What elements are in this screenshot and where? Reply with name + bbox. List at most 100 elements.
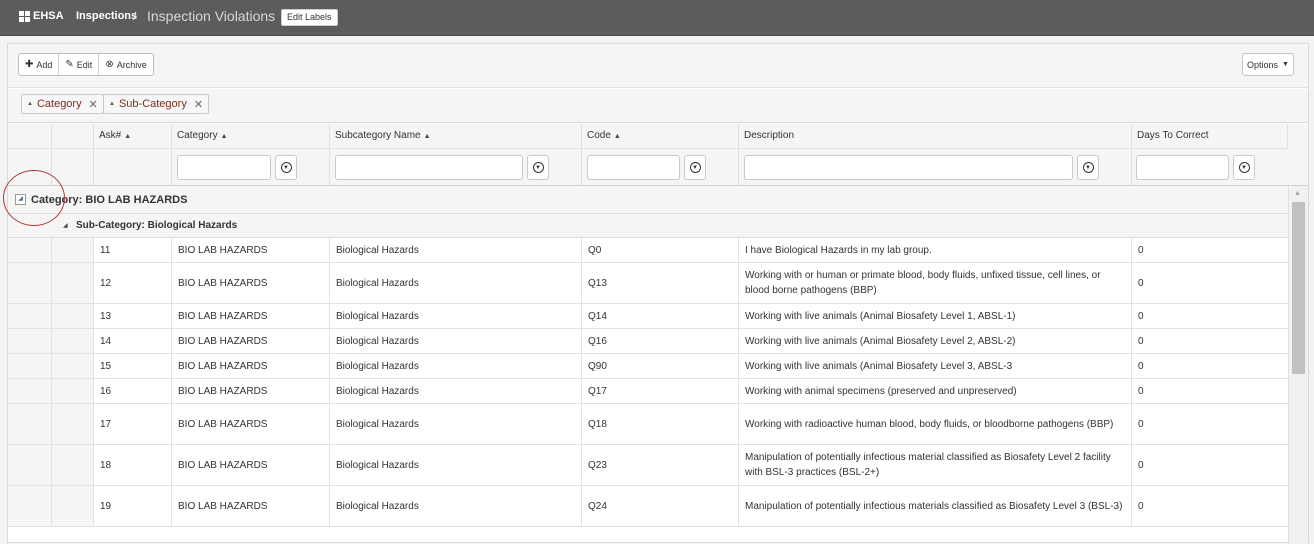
subcategory-cell: Biological Hazards	[330, 404, 582, 444]
subcategory-cell: Biological Hazards	[330, 329, 582, 353]
ask-cell: 13	[94, 304, 172, 328]
table-row[interactable]: 17 BIO LAB HAZARDS Biological Hazards Q18 Wo…	[8, 404, 1288, 445]
header-ask-label: Ask#	[99, 130, 122, 141]
group-row-category[interactable]: ◢ Category: BIO LAB HAZARDS	[8, 186, 1288, 214]
archive-button[interactable]: ⊗ Archive	[99, 54, 152, 75]
group-chip-label: Sub-Category	[118, 98, 187, 110]
header-code[interactable]: Code ▲	[582, 124, 739, 148]
header-ask[interactable]: Ask# ▲	[94, 124, 172, 148]
header-category[interactable]: Category ▲	[172, 124, 330, 148]
filter-code-button[interactable]: ▼	[684, 155, 706, 180]
archive-label: Archive	[116, 59, 147, 70]
description-cell: Working with radioactive human blood, bo…	[739, 404, 1132, 444]
grid-toolbar: ✚ Add ✎ Edit ⊗ Archive Options ▼	[8, 44, 1308, 88]
collapse-arrow-icon[interactable]: ◢	[63, 222, 68, 229]
filter-subcategory-button[interactable]: ▼	[527, 155, 549, 180]
header-subcategory[interactable]: Subcategory Name ▲	[330, 124, 582, 148]
filter-subcategory-cell: ▼	[330, 148, 582, 185]
code-cell: Q0	[582, 238, 739, 262]
brand-logo[interactable]: EHSA	[19, 9, 64, 23]
vertical-scrollbar[interactable]: ▲	[1288, 186, 1308, 544]
description-cell: Working with animal specimens (preserved…	[739, 379, 1132, 403]
table-row[interactable]: 16 BIO LAB HAZARDS Biological Hazards Q17 Wo…	[8, 379, 1288, 404]
table-row[interactable]: 13 BIO LAB HAZARDS Biological Hazards Q14 Wo…	[8, 304, 1288, 329]
ask-cell: 11	[94, 238, 172, 262]
subcategory-cell: Biological Hazards	[330, 379, 582, 403]
row-indent-cell	[8, 329, 52, 353]
sort-asc-icon: ▲	[613, 133, 621, 140]
filter-icon: ▼	[1238, 162, 1250, 173]
pencil-icon: ✎	[65, 59, 74, 70]
header-days[interactable]: Days To Correct	[1132, 124, 1288, 148]
row-indent-cell	[8, 263, 52, 303]
brand-name: EHSA	[33, 10, 64, 22]
filter-days-button[interactable]: ▼	[1233, 155, 1255, 180]
grid-body: ◢ Category: BIO LAB HAZARDS ◢ Sub-Catego…	[8, 186, 1308, 544]
group-chip-label: Category	[36, 98, 82, 110]
filter-description-input[interactable]	[744, 155, 1073, 180]
row-indent-cell	[8, 238, 52, 262]
add-button[interactable]: ✚ Add	[19, 54, 60, 75]
code-cell: Q23	[582, 445, 739, 485]
days-cell: 0	[1138, 244, 1144, 256]
sort-asc-icon: ▲	[27, 101, 33, 107]
filter-indent-2	[52, 148, 94, 185]
filter-subcategory-input[interactable]	[335, 155, 523, 180]
group-chip-subcategory[interactable]: ▲ Sub-Category ✕	[103, 94, 210, 114]
table-row[interactable]: 12 BIO LAB HAZARDS Biological Hazards Q13 Wo…	[8, 263, 1288, 304]
remove-group-icon[interactable]: ✕	[194, 98, 203, 111]
row-indent-cell-2	[52, 379, 94, 403]
description-cell: Working with live animals (Animal Biosaf…	[739, 329, 1132, 353]
page-title: Inspection Violations	[147, 8, 276, 24]
filter-code-input[interactable]	[587, 155, 680, 180]
filter-category-button[interactable]: ▼	[275, 155, 297, 180]
options-label: Options	[1247, 59, 1279, 70]
row-indent-cell	[8, 354, 52, 378]
header-description[interactable]: Description	[739, 124, 1132, 148]
ask-cell: 14	[94, 329, 172, 353]
table-row[interactable]: 14 BIO LAB HAZARDS Biological Hazards Q16 Wo…	[8, 329, 1288, 354]
row-indent-cell-2	[52, 445, 94, 485]
ask-cell: 15	[94, 354, 172, 378]
sort-asc-icon: ▲	[124, 133, 132, 140]
days-cell: 0	[1138, 459, 1144, 471]
ask-cell: 18	[94, 445, 172, 485]
days-cell: 0	[1138, 360, 1144, 372]
breadcrumb-inspections[interactable]: Inspections	[76, 10, 137, 22]
group-row-subcategory[interactable]: ◢ Sub-Category: Biological Hazards	[8, 214, 1288, 238]
table-row[interactable]: 18 BIO LAB HAZARDS Biological Hazards Q23 Ma…	[8, 445, 1288, 486]
remove-group-icon[interactable]: ✕	[89, 98, 98, 111]
row-indent-cell-2	[52, 404, 94, 444]
grouping-bar: ▲ Category ✕ ▲ Sub-Category ✕	[8, 89, 1308, 123]
sort-asc-icon: ▲	[423, 133, 431, 140]
filter-description-button[interactable]: ▼	[1077, 155, 1099, 180]
filter-icon: ▼	[1082, 162, 1094, 173]
subcategory-cell: Biological Hazards	[330, 486, 582, 526]
group-subcategory-label: Sub-Category: Biological Hazards	[76, 220, 238, 231]
edit-labels-button[interactable]: Edit Labels	[281, 9, 338, 26]
edit-button[interactable]: ✎ Edit	[59, 54, 100, 75]
scroll-up-arrow-icon[interactable]: ▲	[1294, 190, 1301, 197]
breadcrumb-separator: /	[133, 9, 137, 23]
filter-days-cell: ▼	[1132, 148, 1288, 185]
days-cell: 0	[1138, 385, 1144, 397]
scrollbar-thumb[interactable]	[1292, 202, 1305, 374]
caret-down-icon: ▼	[1282, 61, 1289, 68]
filter-category-input[interactable]	[177, 155, 271, 180]
row-indent-cell	[8, 445, 52, 485]
days-cell: 0	[1138, 335, 1144, 347]
group-chip-category[interactable]: ▲ Category ✕	[21, 94, 104, 114]
ask-cell: 12	[94, 263, 172, 303]
header-subcategory-label: Subcategory Name	[335, 130, 421, 141]
filter-days-input[interactable]	[1136, 155, 1229, 180]
grid-panel: ✚ Add ✎ Edit ⊗ Archive Options ▼ ▲ Categ…	[7, 43, 1309, 544]
options-dropdown-button[interactable]: Options ▼	[1242, 53, 1294, 76]
table-row[interactable]: 19 BIO LAB HAZARDS Biological Hazards Q24 Ma…	[8, 486, 1288, 527]
row-indent-cell	[8, 404, 52, 444]
plus-icon: ✚	[25, 59, 34, 70]
row-indent-cell-2	[52, 329, 94, 353]
table-row[interactable]: 11 BIO LAB HAZARDS Biological Hazards Q0 I h…	[8, 238, 1288, 263]
code-cell: Q14	[582, 304, 739, 328]
table-row[interactable]: 15 BIO LAB HAZARDS Biological Hazards Q90 Wo…	[8, 354, 1288, 379]
category-cell: BIO LAB HAZARDS	[172, 486, 330, 526]
